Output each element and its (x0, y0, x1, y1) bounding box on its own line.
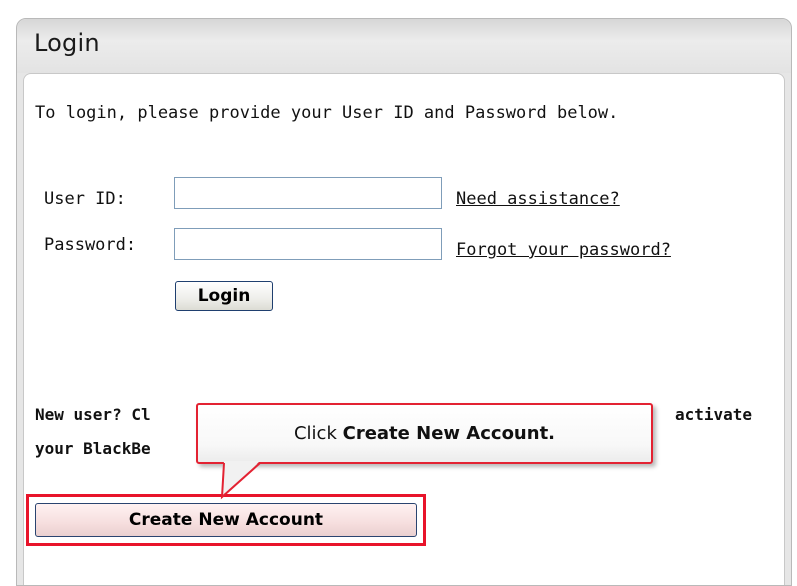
user-id-label: User ID: (44, 189, 126, 209)
need-assistance-link[interactable]: Need assistance? (456, 189, 620, 209)
callout-prefix: Click (293, 423, 343, 444)
password-input[interactable] (174, 228, 442, 260)
new-user-text-line2: your BlackBe (35, 439, 151, 458)
callout-action: Create New Account. (342, 423, 556, 444)
login-button[interactable]: Login (175, 281, 273, 311)
create-new-account-button[interactable]: Create New Account (35, 503, 417, 537)
new-user-text-line1-start: New user? Cl (35, 405, 151, 424)
login-form: To login, please provide your User ID an… (23, 73, 785, 585)
password-label: Password: (44, 235, 137, 255)
new-user-text-line1-end: activate (675, 405, 753, 424)
callout-pointer-icon (220, 461, 261, 500)
create-account-highlight: Create New Account (26, 494, 426, 546)
user-id-input[interactable] (174, 177, 442, 209)
instruction-callout: Click Create New Account. (196, 403, 653, 464)
panel-header: Login (17, 19, 791, 73)
panel-title: Login (34, 29, 100, 57)
login-panel: Login To login, please provide your User… (16, 18, 792, 586)
forgot-password-link[interactable]: Forgot your password? (456, 240, 671, 260)
login-instructions: To login, please provide your User ID an… (35, 103, 619, 123)
